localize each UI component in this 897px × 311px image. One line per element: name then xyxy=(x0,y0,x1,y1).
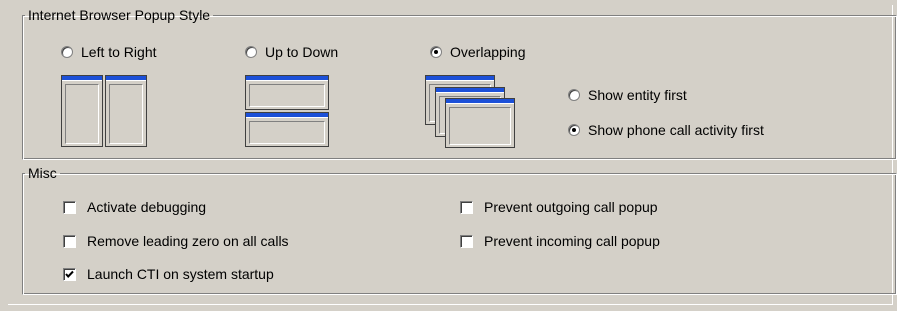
checkbox[interactable] xyxy=(460,200,473,214)
radio-label: Show phone call activity first xyxy=(588,122,764,138)
checkbox-prevent-outgoing-call-popup[interactable]: Prevent outgoing call popup xyxy=(460,199,658,215)
checkbox-label: Prevent incoming call popup xyxy=(484,233,660,249)
radio-label: Show entity first xyxy=(588,87,687,103)
radio-selected-dot xyxy=(434,50,438,54)
radio-label: Left to Right xyxy=(81,44,157,60)
radio-label: Overlapping xyxy=(450,44,526,60)
checkbox-label: Remove leading zero on all calls xyxy=(87,233,289,249)
radio-show-phone-call-activity-first[interactable]: Show phone call activity first xyxy=(568,122,764,138)
checkmark-icon xyxy=(65,270,74,278)
checkbox-label: Activate debugging xyxy=(87,199,207,215)
radio-button[interactable] xyxy=(568,89,580,101)
radio-overlapping[interactable]: Overlapping xyxy=(430,44,526,60)
checkbox-activate-debugging[interactable]: Activate debugging xyxy=(63,199,206,215)
radio-left-to-right[interactable]: Left to Right xyxy=(61,44,157,60)
radio-button[interactable] xyxy=(245,46,257,58)
radio-show-entity-first[interactable]: Show entity first xyxy=(568,87,687,103)
radio-button[interactable] xyxy=(61,46,73,58)
checkbox[interactable] xyxy=(63,267,76,281)
checkbox[interactable] xyxy=(63,234,76,248)
up-to-down-layout-icon[interactable] xyxy=(245,75,329,147)
checkbox-remove-leading-zero[interactable]: Remove leading zero on all calls xyxy=(63,233,289,249)
radio-label: Up to Down xyxy=(265,44,339,60)
radio-button[interactable] xyxy=(568,124,580,136)
browser-popup-style-title: Internet Browser Popup Style xyxy=(28,7,211,23)
misc-title: Misc xyxy=(28,165,57,181)
radio-selected-dot xyxy=(572,128,576,132)
radio-up-to-down[interactable]: Up to Down xyxy=(245,44,338,60)
checkbox-prevent-incoming-call-popup[interactable]: Prevent incoming call popup xyxy=(460,233,660,249)
checkbox-launch-cti-on-startup[interactable]: Launch CTI on system startup xyxy=(63,266,274,282)
checkbox-label: Launch CTI on system startup xyxy=(87,266,274,282)
left-to-right-layout-icon[interactable] xyxy=(61,75,147,147)
checkbox-label: Prevent outgoing call popup xyxy=(484,199,658,215)
overlapping-layout-icon[interactable] xyxy=(425,75,515,148)
checkbox[interactable] xyxy=(63,200,76,214)
radio-button[interactable] xyxy=(430,46,442,58)
checkbox[interactable] xyxy=(460,234,473,248)
